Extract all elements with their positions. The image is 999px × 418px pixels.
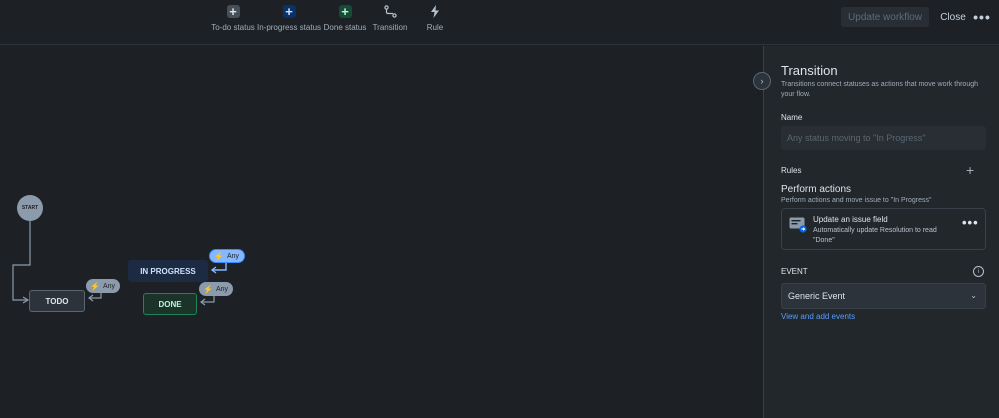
panel-title: Transition	[781, 63, 838, 78]
any-transition-done[interactable]: ⚡ Any	[199, 282, 234, 296]
any-transition-in-progress[interactable]: ⚡ Any	[209, 249, 246, 263]
panel-description: Transitions connect statuses as actions …	[781, 81, 979, 98]
event-label: EVENT	[781, 267, 808, 276]
any-label: Any	[102, 282, 116, 290]
action-description: Automatically update Resolution to read …	[813, 227, 937, 244]
add-rule-button[interactable]: Rule	[400, 5, 470, 32]
add-rule-plus-icon[interactable]: +	[966, 162, 974, 178]
action-card[interactable]: Update an issue field Automatically upda…	[781, 208, 986, 250]
update-field-icon	[789, 217, 807, 233]
transition-icon	[383, 5, 397, 18]
update-workflow-button[interactable]: Update workflow	[841, 7, 929, 27]
connector-lines	[12, 221, 227, 306]
chevron-right-icon: ›	[760, 76, 764, 86]
tool-label: Rule	[426, 23, 444, 32]
event-select[interactable]: Generic Event ⌄	[781, 283, 986, 309]
info-icon[interactable]: i	[973, 266, 984, 277]
rules-label: Rules	[781, 166, 802, 175]
close-button[interactable]: Close	[938, 8, 968, 26]
lightning-icon: ⚡	[203, 284, 213, 294]
perform-actions-description: Perform actions and move issue to "In Pr…	[781, 197, 932, 204]
status-done[interactable]: DONE	[143, 293, 197, 315]
plus-icon: +	[282, 5, 296, 18]
plus-icon: +	[338, 5, 352, 18]
lightning-icon: ⚡	[214, 251, 224, 261]
transition-name-input[interactable]: Any status moving to "In Progress"	[781, 126, 986, 150]
status-todo[interactable]: TODO	[29, 290, 85, 312]
name-label: Name	[781, 113, 803, 122]
transition-details-panel: Transition Transitions connect statuses …	[763, 46, 999, 418]
action-title: Update an issue field	[813, 215, 888, 224]
any-label: Any	[226, 252, 240, 260]
workflow-toolbar: + To-do status + In-progress status + Do…	[0, 0, 999, 45]
chevron-down-icon: ⌄	[970, 291, 977, 300]
more-options-button[interactable]: •••	[971, 7, 993, 27]
lightning-icon	[429, 5, 442, 18]
start-node[interactable]: START	[17, 195, 43, 221]
perform-actions-title: Perform actions	[781, 184, 852, 195]
any-transition-todo[interactable]: ⚡ Any	[86, 279, 121, 293]
plus-icon: +	[226, 5, 240, 18]
action-more-button[interactable]: •••	[962, 215, 979, 230]
workflow-canvas[interactable]: START TODO IN PROGRESS DONE ⚡ Any ⚡ Any …	[0, 46, 763, 418]
event-value: Generic Event	[788, 291, 846, 301]
collapse-panel-button[interactable]: ›	[753, 72, 771, 90]
status-in-progress[interactable]: IN PROGRESS	[128, 260, 208, 282]
lightning-icon: ⚡	[90, 281, 100, 291]
any-label: Any	[215, 285, 229, 293]
view-add-events-link[interactable]: View and add events	[781, 312, 855, 321]
